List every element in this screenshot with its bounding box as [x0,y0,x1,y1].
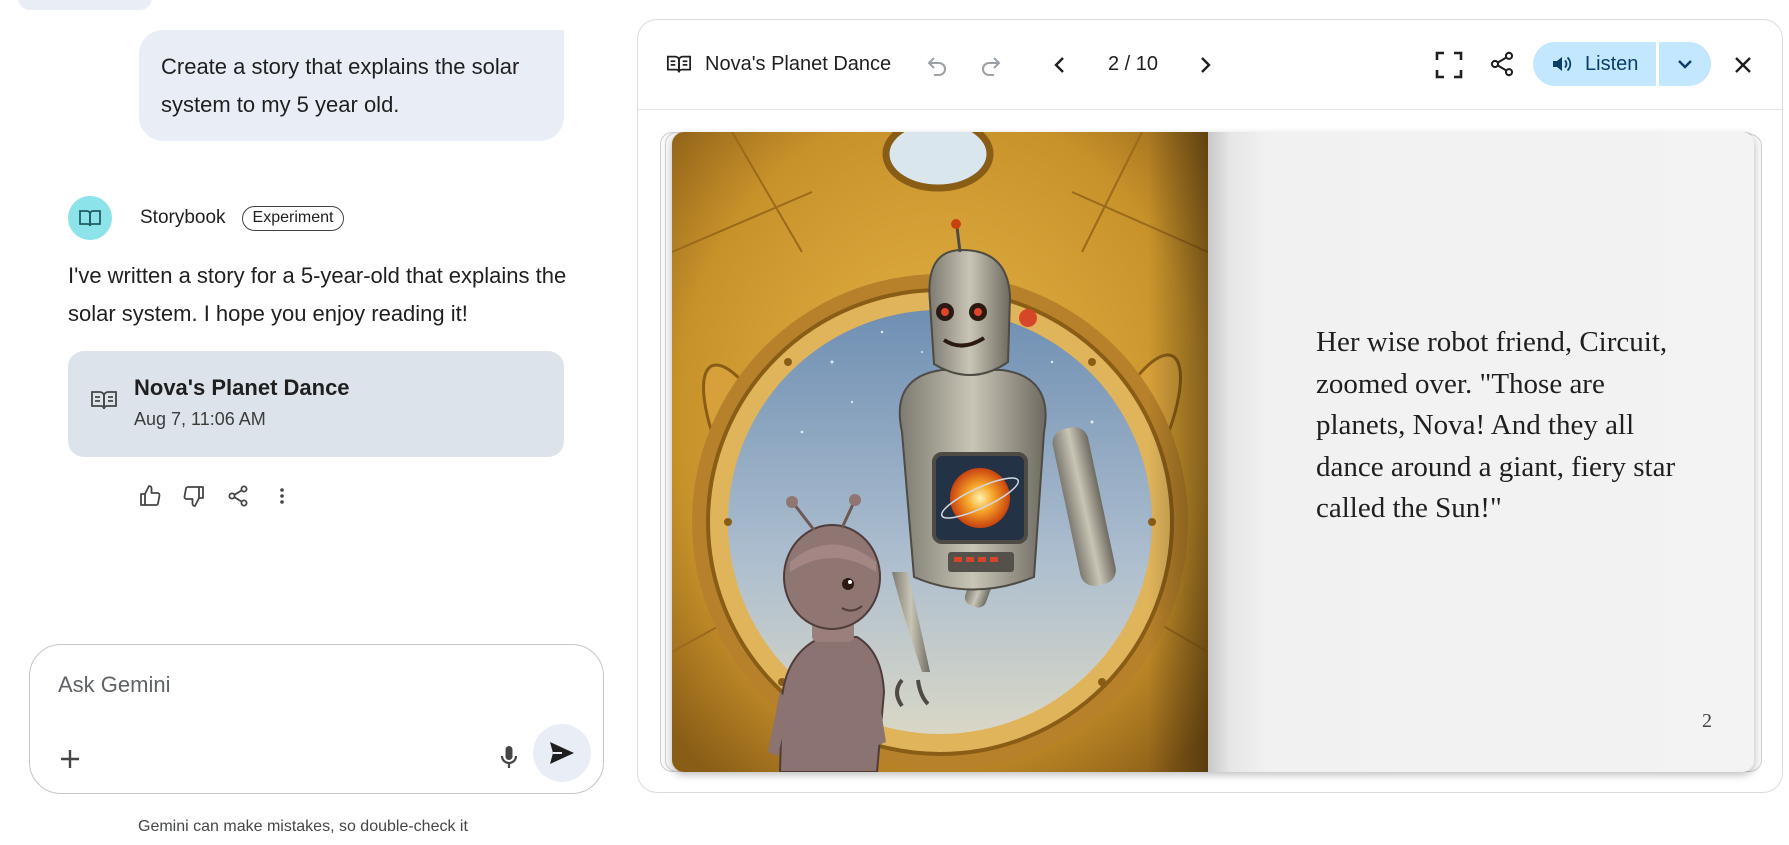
thumbs-up-icon[interactable] [138,484,162,508]
agent-header: Storybook Experiment [68,196,345,240]
experiment-badge: Experiment [241,205,345,231]
listen-control: Listen [1533,42,1711,86]
prompt-composer [29,644,604,794]
close-icon[interactable] [1731,53,1755,77]
chevron-down-icon [1678,60,1692,69]
storybook-viewer: Nova's Planet Dance 2 / 10 Listen Her wi… [637,19,1783,793]
open-book-icon [666,55,692,73]
disclaimer-text: Gemini can make mistakes, so double-chec… [138,818,468,835]
fullscreen-icon[interactable] [1434,50,1464,80]
listen-label: Listen [1585,52,1639,75]
story-page-text: Her wise robot friend, Circuit, zoomed o… [1316,326,1676,524]
agent-message: I've written a story for a 5-year-old th… [68,263,567,326]
user-message-bubble: Create a story that explains the solar s… [139,30,564,141]
previous-page-icon[interactable] [1048,53,1072,77]
story-illustration [672,132,1208,772]
storybook-spread[interactable]: Her wise robot friend, Circuit, zoomed o… [672,132,1754,772]
story-card-title: Nova's Planet Dance [134,375,350,400]
book-icon [79,210,101,227]
page-indicator: 2 / 10 [1108,53,1159,75]
add-attachment-button[interactable] [54,743,86,775]
app-root: Create a story that explains the solar s… [0,0,1789,845]
microphone-icon [500,746,518,768]
story-text-page: Her wise robot friend, Circuit, zoomed o… [1208,132,1754,772]
more-vert-icon[interactable] [270,484,294,508]
agent-name: Storybook [140,207,226,228]
storybook-avatar [68,196,112,240]
open-book-icon [91,391,117,410]
viewer-title: Nova's Planet Dance [705,53,892,75]
story-card[interactable]: Nova's Planet Dance Aug 7, 11:06 AM [68,351,564,457]
send-icon [550,742,574,764]
viewer-toolbar: Nova's Planet Dance 2 / 10 Listen [638,20,1782,110]
thumbs-down-icon[interactable] [182,484,206,508]
ask-gemini-input[interactable] [58,672,458,698]
model-selector-pill[interactable] [18,0,152,10]
next-page-icon[interactable] [1193,53,1217,77]
share-icon[interactable] [226,484,250,508]
microphone-button[interactable] [493,741,525,773]
redo-icon[interactable] [979,53,1003,77]
plus-icon [61,750,79,768]
listen-options-dropdown[interactable] [1659,42,1711,86]
feedback-actions [138,484,294,508]
volume-icon [1553,56,1572,72]
undo-icon[interactable] [925,53,949,77]
listen-button[interactable]: Listen [1533,42,1656,86]
story-card-date: Aug 7, 11:06 AM [134,409,266,429]
send-button[interactable] [533,724,591,782]
page-number: 2 [1702,710,1712,732]
share-icon[interactable] [1488,50,1516,78]
